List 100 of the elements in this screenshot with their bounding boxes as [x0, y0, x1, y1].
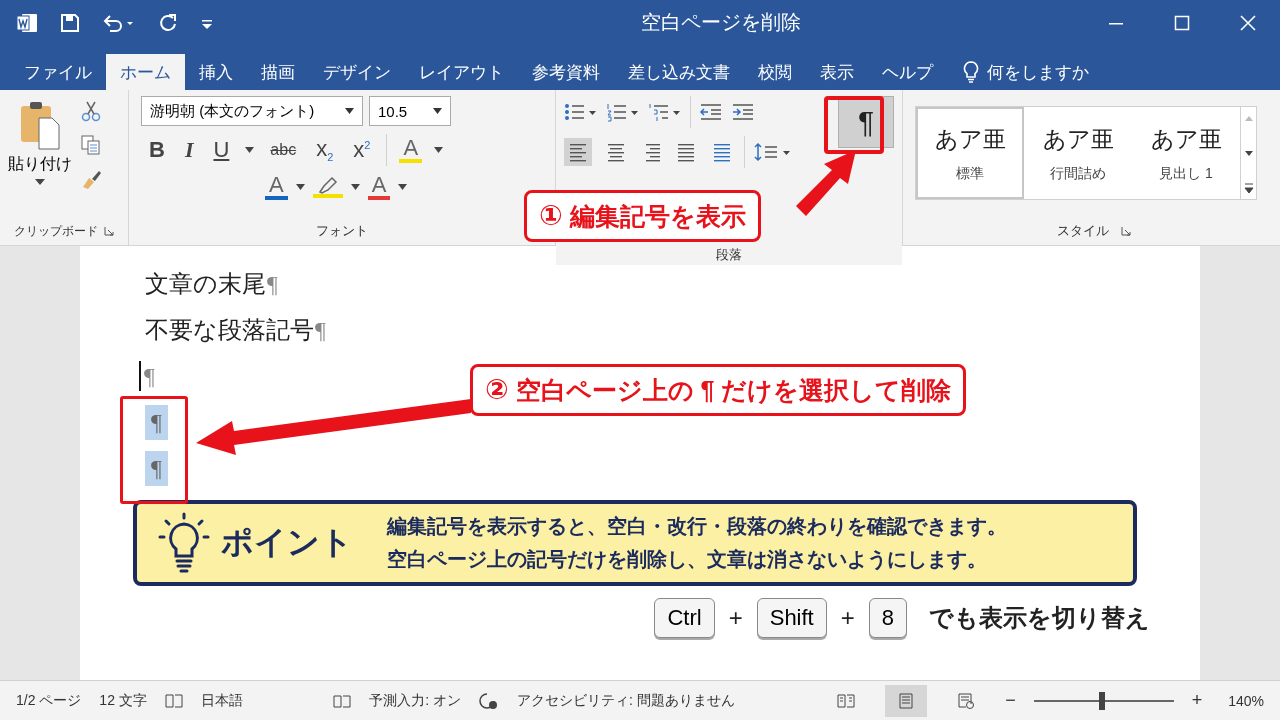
highlighter-icon [316, 176, 339, 194]
window-title: 空白ページを削除 [640, 10, 802, 35]
underline-button[interactable]: U [209, 137, 234, 163]
font-color-button[interactable]: A [265, 174, 288, 200]
numbered-list-icon[interactable] [606, 102, 640, 122]
sup-button[interactable]: x$^{2}$ [349, 137, 375, 163]
caret-icon [35, 179, 45, 185]
increase-indent-icon[interactable] [731, 102, 755, 122]
zoom-out-button[interactable]: − [1005, 690, 1016, 711]
word-logo-icon [16, 12, 38, 33]
book-icon [333, 692, 352, 709]
word-count[interactable]: 12 文字 [99, 691, 147, 710]
ribbon-tab[interactable]: 差し込み文書 [614, 54, 744, 90]
ribbon-tab[interactable]: 校閲 [744, 54, 806, 90]
decrease-indent-icon[interactable] [699, 102, 723, 122]
shortcut-text: でも表示を切り替え [929, 603, 1150, 633]
paragraph-mark: ¶ [145, 450, 168, 486]
caret-icon[interactable] [398, 184, 408, 190]
zoom-level[interactable]: 140% [1228, 692, 1264, 709]
lightbulb-icon [963, 61, 979, 83]
print-view-button[interactable] [885, 684, 928, 717]
paragraph-mark: ¶ [145, 404, 168, 440]
ribbon-tab[interactable]: 参考資料 [518, 54, 614, 90]
align-justify-icon [676, 142, 696, 162]
accessibility-check-icon [479, 691, 499, 710]
font-name-dropdown[interactable]: 游明朝 (本文のフォント) [141, 96, 363, 126]
style-gallery-item[interactable]: あア亜 見出し 1 [1132, 107, 1240, 199]
plus-sign: + [728, 604, 743, 632]
copy-icon[interactable] [80, 134, 102, 156]
callout: ② 空白ページ上の ¶ だけを選択して削除 [470, 364, 967, 416]
keyboard-key: Shift [756, 598, 827, 638]
ribbon-tab[interactable]: 描画 [247, 54, 309, 90]
scissors-icon[interactable] [80, 100, 102, 122]
bold-button[interactable]: B [145, 137, 169, 163]
strike-button[interactable]: abc [266, 141, 301, 159]
dialog-launcher-icon[interactable] [104, 226, 114, 236]
tip-title: ポイント [221, 523, 353, 562]
ribbon-tab[interactable]: ホーム [106, 54, 185, 90]
paste-button[interactable]: 貼り付け [8, 96, 72, 221]
paragraph-mark: ¶ [314, 316, 327, 344]
paragraph-mark: ¶ [266, 270, 279, 298]
keyboard-key: 8 [868, 598, 907, 638]
ribbon-tab[interactable]: 表示 [806, 54, 868, 90]
plus-sign: + [840, 604, 855, 632]
ribbon-tab[interactable]: レイアウト [405, 54, 518, 90]
text-effect-button[interactable]: A [399, 137, 423, 163]
font-color-button[interactable]: A [367, 174, 391, 200]
tip-text: 編集記号を表示すると、空白・改行・段落の終わりを確認できます。 [387, 514, 1007, 539]
page-count[interactable]: 1/2 ページ [16, 691, 82, 710]
align-left-button[interactable] [564, 138, 592, 166]
style-name: 見出し 1 [1159, 164, 1213, 183]
style-gallery-item[interactable]: あア亜 標準 [916, 107, 1024, 199]
predictive-input-status[interactable]: 予測入力: オン [369, 691, 461, 710]
align-left-icon [568, 142, 588, 162]
highlight-button[interactable] [312, 176, 343, 198]
language-indicator[interactable]: 日本語 [200, 691, 243, 710]
group-label: 段落 [716, 246, 742, 264]
multilevel-list-icon[interactable] [648, 102, 682, 122]
ribbon-tab[interactable]: ファイル [10, 54, 106, 90]
paintbrush-icon[interactable] [80, 168, 102, 190]
sub-button[interactable]: x$_{2}$ [312, 136, 338, 164]
undo-icon[interactable] [102, 12, 136, 33]
style-sample: あア亜 [934, 125, 1006, 154]
callout: ① 編集記号を表示 [524, 190, 761, 242]
close-icon[interactable] [1240, 14, 1256, 31]
style-sample: あア亜 [1150, 125, 1222, 154]
keyboard-key: Ctrl [654, 598, 715, 638]
font-size-dropdown[interactable]: 10.5 [369, 96, 451, 126]
group-label: スタイル [1056, 222, 1109, 240]
tell-me-search[interactable]: 何をしますか [947, 54, 1089, 90]
ribbon-tab[interactable]: ヘルプ [868, 54, 947, 90]
read-view-icon [837, 692, 856, 709]
group-label: フォント [316, 222, 368, 240]
bullet-list-icon[interactable] [564, 102, 598, 122]
italic-button[interactable]: I [180, 137, 198, 163]
save-icon[interactable] [60, 12, 80, 33]
style-gallery-item[interactable]: あア亜 行間詰め [1024, 107, 1132, 199]
align-distributed-icon [712, 142, 732, 162]
dialog-launcher-icon[interactable] [1120, 226, 1131, 236]
accessibility-status[interactable]: アクセシビリティ: 問題ありません [517, 691, 735, 710]
maximize-icon[interactable] [1174, 14, 1190, 31]
button-highlight-frame [824, 96, 884, 154]
paragraph-mark: ¶ [143, 362, 156, 390]
ribbon-tab[interactable]: 挿入 [185, 54, 247, 90]
print-view-icon [897, 692, 916, 709]
caret-icon[interactable] [350, 184, 360, 190]
caret-icon [345, 108, 354, 114]
style-sample: あア亜 [1042, 125, 1114, 154]
lightbulb-icon [157, 512, 211, 574]
zoom-in-button[interactable]: + [1191, 690, 1203, 711]
caret-icon[interactable] [245, 147, 255, 153]
line-spacing-icon[interactable] [753, 142, 793, 162]
style-name: 標準 [956, 164, 984, 183]
tell-me-text: 何をしますか [987, 61, 1089, 84]
ribbon-tab[interactable]: デザイン [309, 54, 405, 90]
caret-icon[interactable] [434, 147, 444, 153]
tip-text: 空白ページ上の記号だけを削除し、文章は消さないようにします。 [387, 547, 988, 572]
caret-icon[interactable] [295, 184, 305, 190]
clipboard-icon [19, 100, 61, 150]
redo-icon[interactable] [158, 12, 178, 33]
